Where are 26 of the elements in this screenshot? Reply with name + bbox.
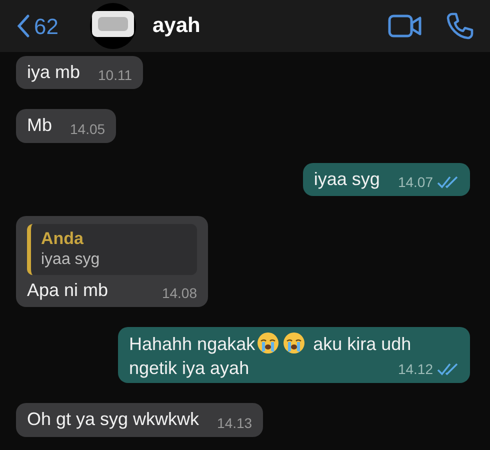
message-text: ngetik iya ayah <box>129 356 250 380</box>
message-time: 14.08 <box>162 284 197 302</box>
message-time: 14.07 <box>398 172 433 192</box>
message-text: Oh gt ya syg wkwkwk <box>27 409 200 430</box>
back-icon <box>16 14 30 38</box>
message-text: iya mb <box>27 62 80 82</box>
quote-author: Anda <box>41 228 84 250</box>
avatar-icon[interactable] <box>90 3 136 49</box>
crying-face-icon <box>257 332 280 354</box>
video-call-icon[interactable] <box>388 14 422 38</box>
message-text: aku kira udh <box>313 333 412 356</box>
message-time: 14.13 <box>217 414 252 432</box>
phone-icon[interactable] <box>446 12 474 40</box>
message-text: Mb <box>27 115 52 136</box>
back-button[interactable]: 62 <box>16 10 58 42</box>
message-time: 10.11 <box>98 66 132 84</box>
quote-text: iyaa syg <box>41 250 101 270</box>
message-text: iyaa syg <box>314 168 380 189</box>
read-ticks-icon <box>437 175 459 190</box>
crying-face-icon <box>283 332 306 354</box>
message-time: 14.05 <box>70 120 106 138</box>
message-time: 14.12 <box>398 360 433 378</box>
message-text: Hahahh ngakak <box>129 333 256 356</box>
read-ticks-icon <box>437 362 459 376</box>
contact-name[interactable]: ayah <box>152 10 200 42</box>
message-text: Apa ni mb <box>27 280 108 300</box>
